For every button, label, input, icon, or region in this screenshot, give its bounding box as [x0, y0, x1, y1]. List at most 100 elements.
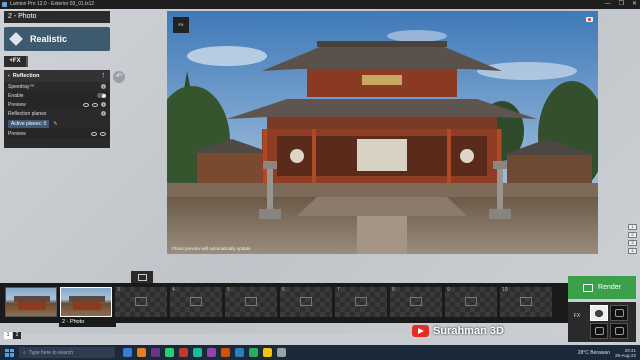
- info-icon[interactable]: i: [101, 84, 106, 89]
- taskbar-app-icon[interactable]: [137, 348, 146, 357]
- taskbar-app-icon[interactable]: [179, 348, 188, 357]
- maximize-button[interactable]: ❐: [619, 0, 624, 9]
- weather-text[interactable]: 28°C Berawan: [578, 350, 610, 356]
- chevron-left-icon[interactable]: ‹: [8, 73, 10, 79]
- windows-taskbar: ⌕ Type here to search 28°C Berawan 20:41…: [0, 345, 640, 360]
- record-icon[interactable]: [586, 17, 593, 22]
- fx-mode-icon[interactable]: FX: [571, 310, 583, 322]
- photo-slot-empty[interactable]: 9: [445, 287, 497, 317]
- side-tool-2[interactable]: 2: [628, 232, 637, 238]
- eye-icon[interactable]: [91, 131, 97, 136]
- windows-start-icon[interactable]: [4, 348, 14, 358]
- page-1-button[interactable]: 1: [4, 332, 12, 339]
- camera-icon: [245, 297, 257, 306]
- render-button[interactable]: Render: [568, 276, 636, 299]
- photo-slot-empty[interactable]: 8: [390, 287, 442, 317]
- photo-slot-thumbnail[interactable]: [5, 287, 57, 317]
- taskbar-app-icon[interactable]: [235, 348, 244, 357]
- camera-icon: [595, 310, 603, 317]
- photo-slot-thumbnail[interactable]: [60, 287, 112, 317]
- taskbar-app-icon[interactable]: [221, 348, 230, 357]
- taskbar-app-icon[interactable]: [165, 348, 174, 357]
- active-planes-button[interactable]: Active planes: 0: [8, 119, 50, 128]
- reflection-planes-label: Reflection planes: [8, 110, 47, 117]
- taskbar-search[interactable]: ⌕ Type here to search: [19, 347, 115, 358]
- clock[interactable]: 20:41 29-Aug-22: [615, 348, 636, 358]
- mode-panel: FX: [568, 302, 636, 342]
- side-tool-3[interactable]: 3: [628, 240, 637, 246]
- slot-number: 6: [282, 287, 285, 293]
- selected-slot-label: 2 - Photo: [59, 318, 116, 327]
- style-realistic-button[interactable]: Realistic: [4, 27, 110, 51]
- photo-slot-empty[interactable]: 7: [335, 287, 387, 317]
- add-fx-button[interactable]: +FX: [4, 56, 26, 67]
- slot-number: 5: [227, 287, 230, 293]
- undo-icon[interactable]: ↶: [113, 71, 125, 83]
- taskbar-app-icon[interactable]: [151, 348, 160, 357]
- photo-title: 2 - Photo: [4, 11, 110, 23]
- photo-slot-empty[interactable]: 4: [170, 287, 222, 317]
- clock-date: 29-Aug-22: [614, 352, 636, 358]
- window-controls: — ❐ ✕: [605, 0, 637, 9]
- more-options-icon[interactable]: ⋮: [101, 73, 107, 79]
- search-placeholder: Type here to search: [28, 349, 74, 356]
- search-icon: ⌕: [23, 349, 26, 356]
- taskbar-app-icon[interactable]: [277, 348, 286, 357]
- bottom-preview-row: Preview: [4, 129, 110, 138]
- minimize-button[interactable]: —: [605, 0, 611, 9]
- camera-icon: [520, 297, 532, 306]
- sync-icon: [615, 327, 624, 335]
- close-button[interactable]: ✕: [632, 0, 637, 9]
- slot-number: 4: [172, 287, 175, 293]
- info-icon[interactable]: i: [101, 102, 106, 107]
- taskbar-app-icons: [123, 348, 286, 357]
- movie-mode-button[interactable]: [610, 305, 628, 321]
- window-titlebar: Lumion Pro 12.0 - Exterior 03_01.ls12 — …: [0, 0, 640, 9]
- channel-watermark: Surahman 3D: [412, 325, 504, 337]
- camera-icon: [137, 274, 147, 281]
- window-title: Lumion Pro 12.0 - Exterior 03_01.ls12: [10, 1, 95, 7]
- pencil-icon[interactable]: ✎: [53, 121, 57, 127]
- taskbar-app-icon[interactable]: [207, 348, 216, 357]
- panorama-mode-button[interactable]: [590, 323, 608, 339]
- taskbar-app-icon[interactable]: [249, 348, 258, 357]
- eye-preview-icon[interactable]: [100, 131, 106, 136]
- enable-label: Enable: [8, 92, 24, 99]
- photo-slot-empty[interactable]: 3: [115, 287, 167, 317]
- camera-icon: [410, 297, 422, 306]
- photo-slot-empty[interactable]: 5: [225, 287, 277, 317]
- livesync-mode-button[interactable]: [610, 323, 628, 339]
- photo-slot-empty[interactable]: 10: [500, 287, 552, 317]
- camera-icon: [135, 297, 147, 306]
- photo-mode-button[interactable]: [590, 305, 608, 321]
- eye-preview-icon[interactable]: [92, 102, 98, 107]
- style-cube-icon: [9, 32, 23, 46]
- filmstrip-pager: 1 2: [4, 332, 21, 339]
- taskbar-app-icon[interactable]: [123, 348, 132, 357]
- globe-icon: [595, 327, 604, 335]
- slot-number: 10: [502, 287, 508, 293]
- thumb-hall: [73, 302, 101, 310]
- lumion-app-icon: [2, 2, 7, 7]
- side-tool-4[interactable]: 4: [628, 248, 637, 254]
- mode-grid: [590, 305, 628, 339]
- taskbar-app-icon[interactable]: [263, 348, 272, 357]
- effect-title: Reflection: [12, 73, 40, 79]
- page-2-button[interactable]: 2: [13, 332, 21, 339]
- info-icon[interactable]: i: [101, 111, 106, 116]
- eye-icon[interactable]: [83, 102, 89, 107]
- fx-preview-icon[interactable]: FX: [173, 17, 189, 33]
- camera-icon: [190, 297, 202, 306]
- active-planes-row: Active planes: 0 ✎: [4, 118, 110, 129]
- temple-scene-image: [167, 11, 598, 254]
- enable-row: Enable: [4, 91, 110, 100]
- speedray-row: Speedray™ i: [4, 82, 110, 91]
- side-tool-column: 1 2 3 4: [628, 224, 637, 254]
- enable-toggle[interactable]: [97, 93, 106, 98]
- render-viewport[interactable]: FX Photo preview will automatically upda…: [167, 11, 598, 254]
- taskbar-app-icon[interactable]: [193, 348, 202, 357]
- photo-slot-empty[interactable]: 6: [280, 287, 332, 317]
- reflection-header[interactable]: ‹ Reflection ⋮: [4, 70, 110, 82]
- preview-row: Preview i: [4, 100, 110, 109]
- side-tool-1[interactable]: 1: [628, 224, 637, 230]
